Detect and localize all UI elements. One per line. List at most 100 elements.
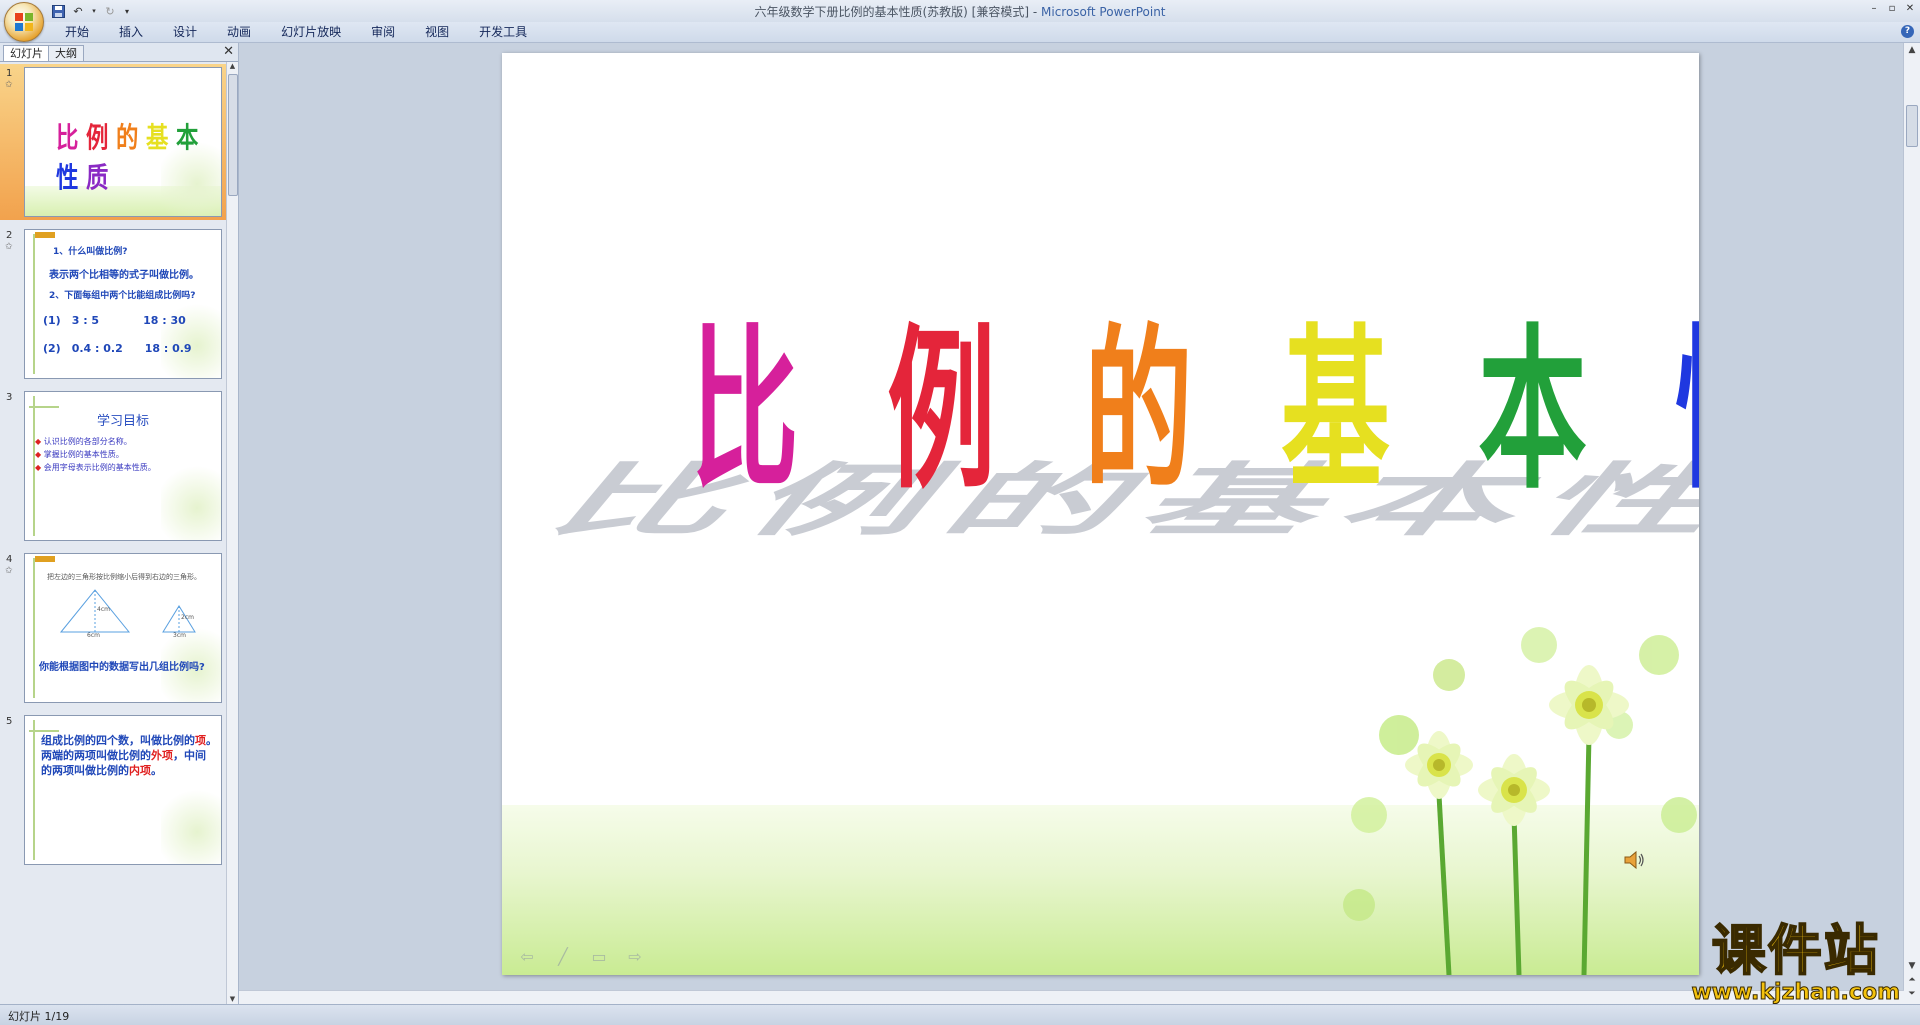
office-logo-icon — [15, 13, 33, 31]
slide-thumbnail-3[interactable]: 3 学习目标 ◆ 认识比例的各部分名称。 ◆ 掌握比例的基本性质。 ◆ 会用字母… — [0, 388, 226, 544]
dimension-label: 4cm — [97, 606, 110, 613]
title-character-glyph: 本 — [1478, 308, 1587, 513]
close-window-icon[interactable]: ✕ — [1904, 2, 1916, 16]
status-bar: 幻灯片 1/19 — [0, 1004, 1920, 1025]
slide-menu-icon[interactable]: ▭ — [588, 947, 610, 967]
slide-thumbnail-1[interactable]: 1 ✩ 比例的基本性质 — [0, 64, 226, 220]
slide-thumbnail-4[interactable]: 4 ✩ 把左边的三角形按比例缩小后得到右边的三角形。 6cm 4cm 3cm 2… — [0, 550, 226, 706]
thumbnail-image: 把左边的三角形按比例缩小后得到右边的三角形。 6cm 4cm 3cm 2cm 你… — [24, 553, 222, 703]
dimension-label: 2cm — [181, 614, 194, 621]
ribbon-tabs: 开始 插入 设计 动画 幻灯片放映 审阅 视图 开发工具 — [50, 24, 542, 40]
vine-decoration — [33, 558, 35, 698]
slide-thumbnail-2[interactable]: 2 ✩ 1、什么叫做比例? 表示两个比相等的式子叫做比例。 2、下面每组中两个比… — [0, 226, 226, 382]
thumbnail-image: 学习目标 ◆ 认识比例的各部分名称。 ◆ 掌握比例的基本性质。 ◆ 会用字母表示… — [24, 391, 222, 541]
tab-design[interactable]: 设计 — [158, 24, 212, 40]
thumbnail-flowers — [161, 784, 221, 864]
vine-decoration — [33, 720, 35, 860]
slide-number: 2 — [6, 230, 13, 241]
thumbnail-bullet: ◆ 认识比例的各部分名称。 — [35, 437, 132, 446]
animation-star-icon: ✩ — [5, 80, 13, 90]
animation-star-icon: ✩ — [5, 242, 13, 252]
previous-arrow-icon[interactable]: ⇦ — [516, 947, 538, 967]
tab-outline[interactable]: 大纲 — [48, 45, 84, 61]
thumbnail-title-character: 比 — [56, 121, 81, 154]
slides-pane: 幻灯片 大纲 ✕ 1 ✩ 比例的基本性质 2 ✩ 1、什么叫做比例? 表示两个比… — [0, 43, 239, 1005]
thumbnail-image: 比例的基本性质 — [24, 67, 222, 217]
thumbnail-title-character: 质 — [86, 161, 111, 194]
scrollbar-thumb[interactable] — [228, 74, 238, 196]
practice-badge — [35, 556, 55, 562]
thumbnail-flowers — [161, 298, 221, 378]
app-name: Microsoft PowerPoint — [1041, 5, 1166, 19]
thumbnail-line: (2) 0.4 : 0.2 18 : 0.9 — [43, 342, 192, 355]
horizontal-scrollbar[interactable] — [239, 990, 1904, 1005]
window-controls: – ▫ ✕ — [1868, 2, 1916, 16]
scroll-up-icon[interactable]: ▲ — [228, 62, 237, 72]
thumbnail-title: 比例的基本性质 — [53, 116, 221, 196]
vine-decoration — [29, 406, 59, 408]
tab-view[interactable]: 视图 — [410, 24, 464, 40]
window-title: 六年级数学下册比例的基本性质(苏教版) [兼容模式] - Microsoft P… — [0, 3, 1920, 20]
animation-star-icon: ✩ — [5, 566, 13, 576]
thumbnail-line: 的两项叫做比例的内项。 — [41, 764, 162, 777]
scroll-up-icon[interactable]: ▲ — [1906, 45, 1918, 55]
thumbnail-scrollbar[interactable]: ▲ ▼ — [226, 62, 238, 1005]
next-slide-icon[interactable]: ⏷ — [1906, 989, 1918, 999]
scrollbar-thumb[interactable] — [1906, 105, 1918, 147]
thumbnail-line: (1) 3 : 5 18 : 30 — [43, 314, 186, 327]
tab-review[interactable]: 审阅 — [356, 24, 410, 40]
thumbnail-question: 你能根据图中的数据写出几组比例吗? — [39, 662, 205, 673]
thumbnail-image: 组成比例的四个数，叫做比例的项。 两端的两项叫做比例的外项，中间 的两项叫做比例… — [24, 715, 222, 865]
tab-animations[interactable]: 动画 — [212, 24, 266, 40]
title-character-glyph: 基 — [1281, 308, 1390, 513]
title-character: 性性 — [1513, 323, 1699, 547]
office-button[interactable] — [4, 2, 44, 42]
document-title: 六年级数学下册比例的基本性质(苏教版) [兼容模式] - — [754, 5, 1041, 19]
dimension-label: 6cm — [87, 632, 100, 639]
thumbnail-line: 两端的两项叫做比例的外项，中间 — [41, 749, 206, 762]
speaker-icon[interactable] — [1622, 848, 1646, 872]
daffodil-decoration — [1343, 627, 1697, 975]
tab-slideshow[interactable]: 幻灯片放映 — [266, 24, 356, 40]
review-badge — [35, 232, 55, 238]
thumbnail-line: 表示两个比相等的式子叫做比例。 — [49, 270, 199, 281]
thumbnail-flowers — [161, 460, 221, 540]
slide-counter: 幻灯片 1/19 — [8, 1010, 70, 1023]
tab-home[interactable]: 开始 — [50, 24, 104, 40]
tab-developer[interactable]: 开发工具 — [464, 24, 542, 40]
thumbnail-title-character: 例 — [86, 121, 111, 154]
dimension-label: 3cm — [173, 632, 186, 639]
slide-thumbnail-5[interactable]: 5 组成比例的四个数，叫做比例的项。 两端的两项叫做比例的外项，中间 的两项叫做… — [0, 712, 226, 868]
current-slide[interactable]: 比比例例的的基基本本性性质质 — [502, 53, 1699, 975]
watermark-text: 课件站 — [1711, 919, 1880, 982]
close-pane-icon[interactable]: ✕ — [223, 44, 234, 59]
thumbnail-line: 1、什么叫做比例? — [53, 247, 128, 257]
watermark-url: www.kjzhan.com — [1691, 980, 1901, 1006]
thumbnail-title-character: 基 — [146, 121, 171, 154]
title-character-glyph: 比 — [690, 308, 799, 513]
slide-number: 4 — [6, 554, 13, 565]
thumbnail-caption: 把左边的三角形按比例缩小后得到右边的三角形。 — [47, 573, 201, 581]
previous-slide-icon[interactable]: ⏶ — [1906, 975, 1918, 985]
pane-tabs: 幻灯片 大纲 ✕ — [0, 43, 238, 62]
thumbnail-line: 2、下面每组中两个比能组成比例吗? — [49, 291, 196, 301]
tab-slides[interactable]: 幻灯片 — [3, 45, 50, 61]
slide-scrollbar[interactable]: ▲ ▼ ⏶ ⏷ — [1903, 43, 1920, 1005]
slideshow-toolbar: ⇦ ╱ ▭ ⇨ — [516, 947, 646, 967]
tab-insert[interactable]: 插入 — [104, 24, 158, 40]
thumbnail-image: 1、什么叫做比例? 表示两个比相等的式子叫做比例。 2、下面每组中两个比能组成比… — [24, 229, 222, 379]
thumbnail-title-character: 本 — [176, 121, 201, 154]
slide-thumbnail-list: 1 ✩ 比例的基本性质 2 ✩ 1、什么叫做比例? 表示两个比相等的式子叫做比例… — [0, 62, 226, 1005]
next-arrow-icon[interactable]: ⇨ — [624, 947, 646, 967]
scroll-down-icon[interactable]: ▼ — [1906, 961, 1918, 971]
pen-icon[interactable]: ╱ — [552, 947, 574, 967]
minimize-icon[interactable]: – — [1868, 2, 1880, 16]
thumbnail-bullet: ◆ 会用字母表示比例的基本性质。 — [35, 463, 156, 472]
slide-number: 5 — [6, 716, 13, 727]
title-character-glyph: 的 — [1084, 308, 1193, 513]
title-character-glyph: 例 — [887, 308, 996, 513]
restore-icon[interactable]: ▫ — [1886, 2, 1898, 16]
slide-title[interactable]: 比比例例的的基基本本性性质质 — [528, 303, 1699, 547]
help-icon[interactable]: ? — [1901, 25, 1914, 38]
ribbon: 开始 插入 设计 动画 幻灯片放映 审阅 视图 开发工具 ? — [0, 22, 1920, 43]
